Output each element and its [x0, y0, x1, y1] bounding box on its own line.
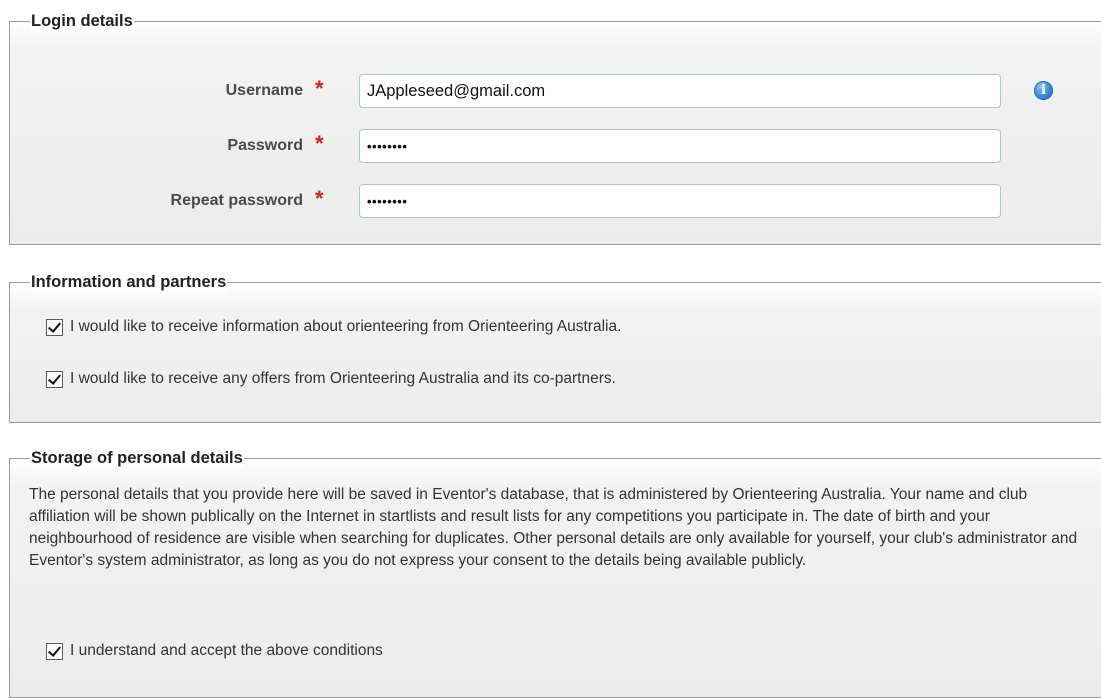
password-row: Password *	[10, 129, 1101, 163]
username-row: Username * i	[10, 74, 1101, 108]
repeat-password-required-mark: *	[315, 186, 324, 211]
login-details-legend: Login details	[30, 11, 134, 31]
storage-legend: Storage of personal details	[30, 448, 244, 468]
info-option-orienteering-checkbox[interactable]	[46, 318, 63, 336]
repeat-password-row: Repeat password *	[10, 184, 1101, 218]
accept-conditions[interactable]: I understand and accept the above condit…	[46, 641, 383, 661]
info-option-orienteering[interactable]: I would like to receive information abou…	[46, 317, 621, 337]
info-option-offers[interactable]: I would like to receive any offers from …	[46, 369, 616, 389]
accept-conditions-label: I understand and accept the above condit…	[70, 642, 383, 659]
information-partners-section: Information and partners I would like to…	[9, 272, 1101, 423]
info-option-orienteering-label: I would like to receive information abou…	[70, 318, 622, 335]
info-option-offers-checkbox[interactable]	[46, 370, 63, 388]
info-icon[interactable]: i	[1034, 81, 1053, 100]
accept-conditions-checkbox[interactable]	[46, 642, 63, 660]
username-input[interactable]	[359, 74, 1001, 108]
username-required-mark: *	[315, 76, 324, 101]
storage-section: Storage of personal details The personal…	[9, 448, 1101, 698]
password-label: Password	[227, 137, 303, 154]
password-required-mark: *	[315, 131, 324, 156]
repeat-password-input[interactable]	[359, 184, 1001, 218]
storage-description: The personal details that you provide he…	[29, 486, 1078, 569]
password-input[interactable]	[359, 129, 1001, 163]
info-option-offers-label: I would like to receive any offers from …	[70, 370, 616, 387]
username-label: Username	[225, 82, 303, 99]
information-partners-legend: Information and partners	[30, 272, 228, 292]
repeat-password-label: Repeat password	[170, 192, 303, 209]
login-details-section: Login details Username * i Password * Re…	[9, 11, 1101, 245]
